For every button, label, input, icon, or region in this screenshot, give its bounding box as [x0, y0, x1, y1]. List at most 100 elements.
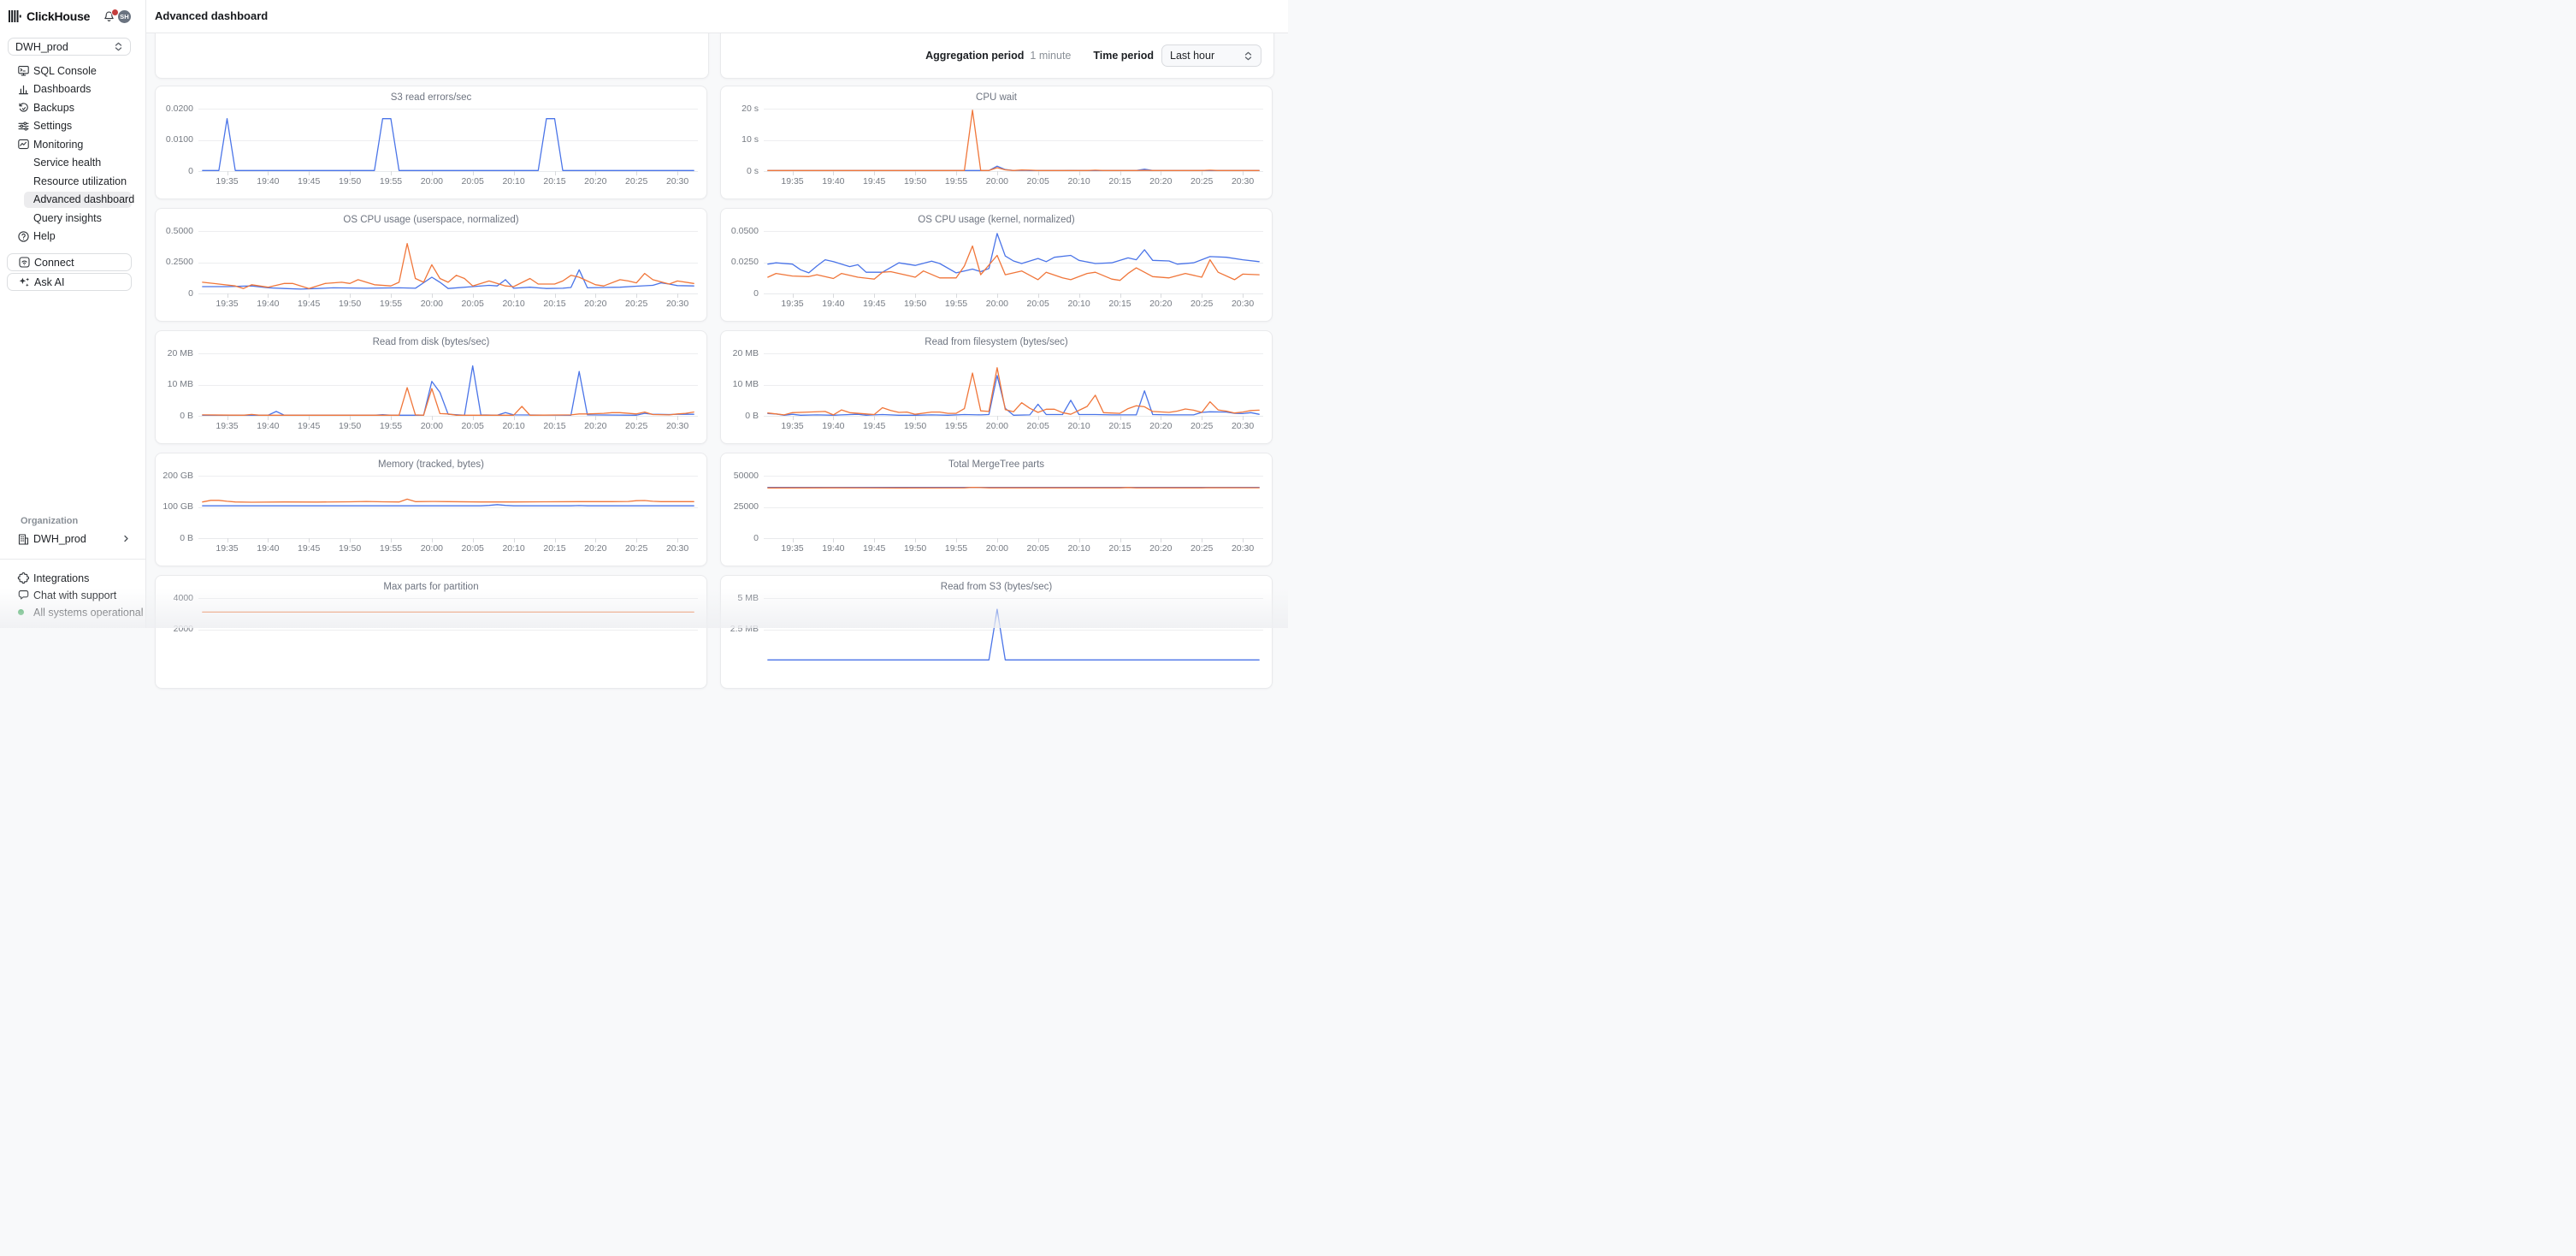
x-axis-tickmark [833, 416, 834, 420]
series-line-series-1 [203, 505, 694, 506]
page-header: Advanced dashboard [145, 0, 1288, 33]
x-axis-tickmark [432, 171, 433, 175]
x-axis-tick-label: 20:25 [617, 421, 655, 431]
y-axis-tick-label: 2.5 MB [721, 624, 759, 635]
clickhouse-console: ClickHouse SH DWH_prod SQL ConsoleDashbo… [0, 0, 1288, 628]
gridline [198, 171, 698, 172]
x-axis-tick-label: 20:30 [659, 543, 696, 554]
x-axis-tickmark [1120, 171, 1121, 175]
x-axis-tickmark [432, 538, 433, 542]
x-axis-tick-label: 20:25 [617, 543, 655, 554]
x-axis-tickmark [391, 293, 392, 298]
x-axis-tickmark [997, 538, 998, 542]
sidebar-item-label: Query insights [33, 212, 102, 224]
x-axis-tick-label: 20:00 [413, 176, 451, 187]
organization-icon [17, 533, 30, 546]
x-axis-tick-label: 19:55 [372, 543, 410, 554]
avatar[interactable]: SH [118, 10, 131, 23]
sidebar-item-label: Advanced dashboard [33, 193, 134, 205]
x-axis-tickmark [1079, 416, 1080, 420]
x-axis-tickmark [793, 538, 794, 542]
x-axis-tick-label: 20:05 [454, 543, 492, 554]
sidebar-item-settings[interactable]: Settings [0, 117, 145, 136]
clickhouse-logo-icon [9, 10, 22, 22]
sidebar-item-label: Help [33, 230, 56, 242]
x-axis-tick-label: 19:35 [209, 543, 246, 554]
x-axis-tickmark [268, 538, 269, 542]
x-axis-tick-label: 20:15 [536, 176, 574, 187]
y-axis-tick-label: 10 s [721, 134, 759, 145]
sidebar-item-help[interactable]: Help [0, 228, 145, 246]
x-axis-tickmark [793, 416, 794, 420]
footer-item-all-systems-operational[interactable]: All systems operational [0, 604, 145, 621]
series-line-series-1 [203, 119, 694, 171]
footer-item-integrations[interactable]: Integrations [0, 570, 145, 587]
x-axis-tickmark [1120, 293, 1121, 298]
x-axis-tickmark [309, 416, 310, 420]
time-period-select[interactable]: Last hour [1161, 44, 1261, 67]
sidebar-item-advanced-dashboard[interactable]: Advanced dashboard [0, 191, 145, 210]
x-axis-tickmark [1079, 538, 1080, 542]
sidebar-item-monitoring[interactable]: Monitoring [0, 135, 145, 154]
sidebar-item-query-insights[interactable]: Query insights [0, 209, 145, 228]
x-axis-tick-label: 20:20 [576, 543, 614, 554]
puzzle-icon [17, 572, 30, 584]
x-axis-tickmark [595, 171, 596, 175]
sidebar-item-dashboards[interactable]: Dashboards [0, 80, 145, 99]
x-axis-tick-label: 20:15 [536, 543, 574, 554]
brand-row: ClickHouse SH [0, 0, 145, 33]
chart-panel-read-from-s3-bytes-sec-: Read from S3 (bytes/sec)5 MB2.5 MB [720, 575, 1273, 689]
organization-switcher[interactable]: DWH_prod [0, 530, 145, 548]
y-axis-tick-label: 0 [721, 288, 759, 299]
ask-ai-button[interactable]: Ask AI [7, 273, 132, 291]
x-axis-tick-label: 19:45 [855, 176, 893, 187]
x-axis-tickmark [227, 171, 228, 175]
x-axis-tickmark [391, 416, 392, 420]
x-axis-tickmark [1243, 416, 1244, 420]
connect-label: Connect [34, 257, 74, 269]
dashboard-controls: Aggregation period 1 minute Time period … [925, 44, 1261, 67]
monitoring-icon [17, 138, 30, 151]
x-axis-tick-label: 20:05 [1019, 299, 1057, 309]
y-axis-tick-label: 0.0100 [156, 134, 193, 145]
x-axis-tickmark [915, 416, 916, 420]
gridline [198, 416, 698, 417]
x-axis-tick-label: 19:35 [209, 421, 246, 431]
x-axis-tick-label: 19:45 [855, 299, 893, 309]
connect-button[interactable]: Connect [7, 253, 132, 271]
x-axis-tick-label: 20:05 [454, 176, 492, 187]
x-axis-tickmark [956, 538, 957, 542]
x-axis-tick-label: 20:25 [617, 176, 655, 187]
x-axis-tick-label: 19:55 [372, 299, 410, 309]
sidebar-item-backups[interactable]: Backups [0, 98, 145, 117]
chart-panel-cpu-wait: CPU wait20 s10 s0 s19:3519:4019:4519:501… [720, 86, 1273, 199]
chevron-up-down-icon [1244, 50, 1253, 62]
sidebar-item-sql-console[interactable]: SQL Console [0, 62, 145, 80]
chart-panel-os-cpu-usage-userspace-normalized-: OS CPU usage (userspace, normalized)0.50… [155, 208, 707, 322]
sidebar-item-service-health[interactable]: Service health [0, 154, 145, 173]
notifications-bell-icon[interactable] [103, 10, 115, 23]
aggregation-period-value: 1 minute [1030, 50, 1071, 62]
x-axis-tick-label: 20:15 [1102, 543, 1139, 554]
x-axis-tickmark [595, 416, 596, 420]
x-axis-tick-label: 19:55 [372, 421, 410, 431]
x-axis-tickmark [514, 293, 515, 298]
x-axis-tick-label: 19:40 [249, 421, 287, 431]
footer-item-chat-with-support[interactable]: Chat with support [0, 587, 145, 604]
series-line-series-1 [768, 166, 1259, 170]
backups-icon [17, 101, 30, 114]
x-axis-tick-label: 19:55 [937, 421, 975, 431]
x-axis-tickmark [915, 171, 916, 175]
sidebar-item-label: Service health [33, 157, 101, 169]
x-axis-tick-label: 20:25 [1183, 421, 1220, 431]
series-line-series-2 [203, 244, 694, 289]
x-axis-tick-label: 20:00 [978, 176, 1016, 187]
gridline [764, 171, 1263, 172]
x-axis-tick-label: 20:10 [1061, 299, 1098, 309]
x-axis-tick-label: 20:05 [1019, 543, 1057, 554]
x-axis-tick-label: 19:35 [774, 421, 812, 431]
service-select[interactable]: DWH_prod [8, 38, 131, 56]
sidebar-item-resource-utilization[interactable]: Resource utilization [0, 172, 145, 191]
x-axis-tick-label: 20:20 [1142, 421, 1179, 431]
x-axis-tickmark [956, 171, 957, 175]
